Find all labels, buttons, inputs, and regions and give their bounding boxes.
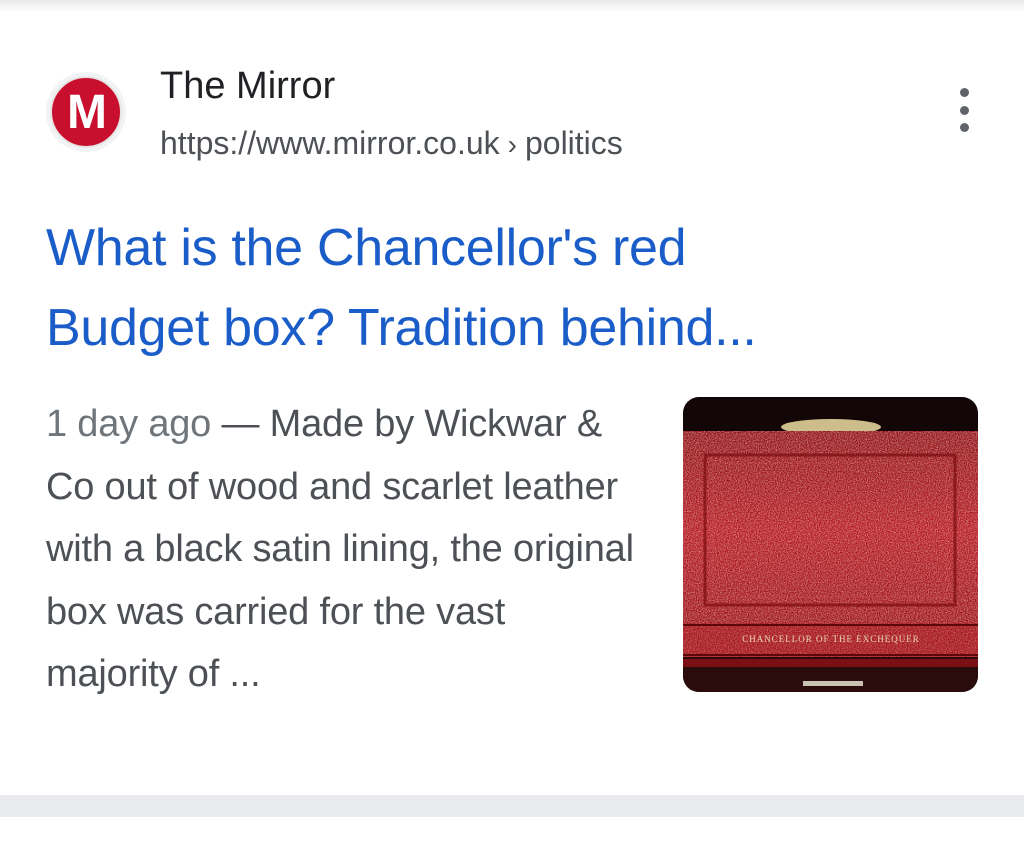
search-results-page: M The Mirror https://www.mirror.co.uk › po… bbox=[0, 0, 1024, 862]
more-vert-icon-dot bbox=[959, 105, 969, 115]
top-divider bbox=[0, 0, 1024, 12]
more-vert-icon-dot bbox=[959, 88, 969, 97]
url-base: https://www.mirror.co.uk bbox=[160, 125, 500, 161]
title-line-1: What is the Chancellor's red bbox=[46, 219, 687, 277]
result-date: 1 day ago bbox=[46, 403, 212, 445]
result-title-link[interactable]: What is the Chancellor's red Budget box?… bbox=[46, 208, 986, 368]
snippet-text: Made by Wickwar & Co out of wood and sca… bbox=[46, 403, 634, 695]
title-line-2: Budget box? Tradition behind... bbox=[46, 299, 757, 357]
results-divider bbox=[0, 795, 1024, 817]
more-vert-icon-dot bbox=[959, 123, 969, 132]
breadcrumb-separator-icon: › bbox=[507, 129, 517, 160]
site-favicon[interactable]: M bbox=[46, 72, 126, 152]
site-url-breadcrumb[interactable]: https://www.mirror.co.uk › politics bbox=[160, 122, 623, 166]
result-thumbnail[interactable]: CHANCELLOR OF THE EXCHEQUER bbox=[683, 397, 978, 692]
next-result-area bbox=[0, 817, 1024, 862]
url-path: politics bbox=[524, 125, 623, 161]
date-separator: — bbox=[211, 403, 270, 445]
box-caption: CHANCELLOR OF THE EXCHEQUER bbox=[742, 634, 920, 644]
result-snippet: 1 day ago — Made by Wickwar & Co out of … bbox=[46, 393, 646, 706]
red-budget-box-image: CHANCELLOR OF THE EXCHEQUER bbox=[683, 397, 978, 692]
more-options-button[interactable] bbox=[944, 88, 984, 132]
site-name[interactable]: The Mirror bbox=[160, 62, 335, 110]
mirror-logo-icon: M bbox=[50, 76, 122, 148]
